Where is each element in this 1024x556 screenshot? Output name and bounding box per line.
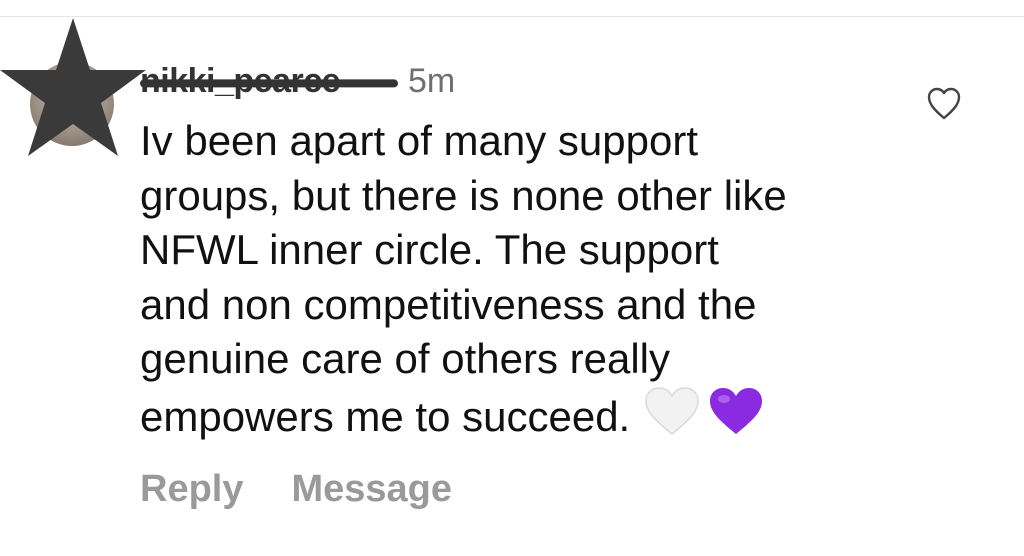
comment-line: NFWL inner circle. The support [140,226,719,274]
white-heart-icon [645,387,699,435]
star-icon [0,18,146,156]
comment-actions: Reply Message [140,468,452,511]
comment-line: genuine care of others really [140,335,670,383]
username[interactable]: nikki_pearce [140,58,398,104]
timestamp: 5m [408,62,456,100]
comment-line: empowers me to succeed. [140,392,631,440]
message-button[interactable]: Message [291,468,452,511]
heart-outline-icon[interactable] [926,86,962,122]
comment-meta: nikki_pearce 5m [140,58,900,104]
reply-button[interactable]: Reply [140,468,243,511]
avatar-container[interactable] [0,18,150,163]
comment-line: Iv been apart of many support [140,117,698,164]
comment-line: groups, but there is none other like [140,171,787,219]
purple-heart-icon [710,387,763,434]
comment-last-line: empowers me to succeed. [140,387,900,445]
comment-line: and non competitiveness and the [140,280,757,328]
comment: nikki_pearce 5m Iv been apart of many su… [140,58,900,445]
comment-text: Iv been apart of many support groups, bu… [140,114,900,445]
top-divider [0,16,1024,17]
